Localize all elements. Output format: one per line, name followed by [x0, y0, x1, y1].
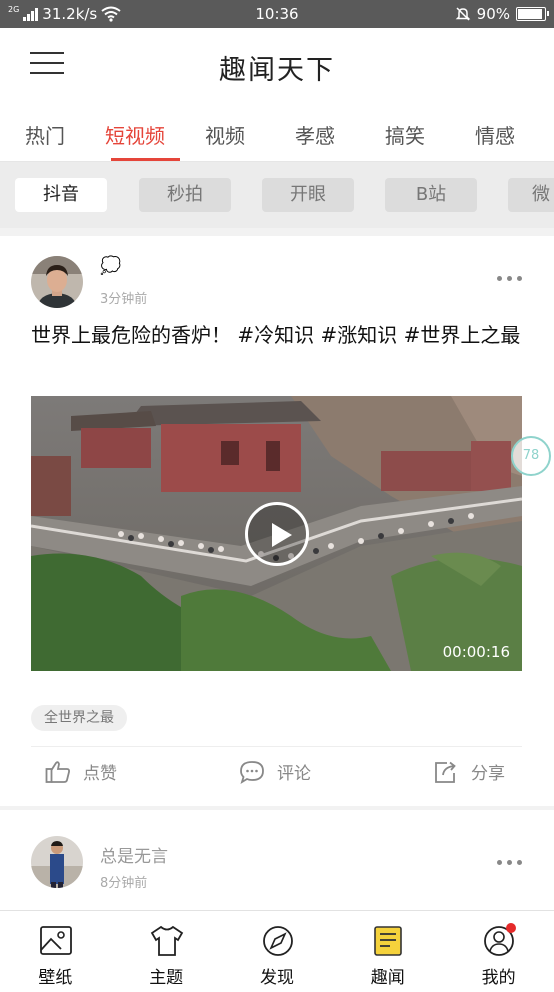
video-duration: 00:00:16 [442, 643, 510, 661]
status-bar: 2G 31.2k/s 10:36 90% [0, 0, 554, 28]
nav-theme[interactable]: 主题 [111, 911, 222, 992]
post-text: 世界上最危险的香炉！ #冷知识 #涨知识 #世界上之最 [31, 323, 521, 347]
share-button[interactable]: 分享 [433, 759, 505, 784]
tab-emotion[interactable]: 情感 [450, 102, 540, 161]
chip-wei[interactable]: 微 [508, 178, 554, 212]
post-card: 💭 3分钟前 世界上最危险的香炉！ #冷知识 #涨知识 #世界上之最 00:00… [0, 236, 554, 806]
tab-video[interactable]: 视频 [180, 102, 270, 161]
tab-xiaogan[interactable]: 孝感 [270, 102, 360, 161]
chip-kaiyan[interactable]: 开眼 [262, 178, 354, 212]
more-options-icon[interactable] [497, 860, 522, 865]
avatar[interactable] [31, 836, 83, 888]
author-name: 💭 [100, 256, 122, 276]
chip-bilibili[interactable]: B站 [385, 178, 477, 212]
avatar[interactable] [31, 256, 83, 308]
post-time: 3分钟前 [100, 292, 148, 307]
comment-label: 评论 [277, 764, 311, 784]
author-name: 总是无言 [100, 847, 168, 867]
post-time: 8分钟前 [100, 876, 148, 891]
share-icon [435, 761, 456, 783]
nav-label: 主题 [149, 968, 184, 988]
comment-button[interactable]: 评论 [239, 759, 311, 784]
image-icon [40, 926, 72, 955]
nav-label: 我的 [481, 968, 516, 988]
bottom-nav: 壁纸 主题 发现 趣闻 我的 [0, 910, 554, 992]
nav-label: 发现 [259, 968, 294, 988]
floating-badge[interactable]: 78 [511, 436, 551, 476]
nav-label: 壁纸 [38, 968, 73, 988]
chip-miaopai[interactable]: 秒拍 [139, 178, 231, 212]
post-card: 总是无言 8分钟前 [0, 810, 554, 910]
comment-icon [240, 760, 264, 784]
source-chips: 抖音 秒拍 开眼 B站 微 [0, 162, 554, 228]
category-tabs: 热门 短视频 视频 孝感 搞笑 情感 [0, 102, 554, 162]
app-title: 趣闻天下 [219, 55, 335, 86]
topic-tag[interactable]: 全世界之最 [31, 705, 127, 731]
nav-label: 趣闻 [370, 968, 405, 988]
app-header: 趣闻天下 [0, 28, 554, 102]
nav-news[interactable]: 趣闻 [332, 911, 443, 992]
thumbs-up-icon [45, 760, 70, 783]
more-options-icon[interactable] [497, 276, 522, 281]
like-button[interactable]: 点赞 [45, 759, 117, 784]
tab-short-video[interactable]: 短视频 [90, 102, 180, 161]
compass-icon [262, 926, 293, 956]
tab-hot[interactable]: 热门 [0, 102, 90, 161]
share-label: 分享 [471, 764, 505, 784]
nav-wallpaper[interactable]: 壁纸 [0, 911, 111, 992]
play-icon[interactable] [245, 502, 309, 566]
like-label: 点赞 [83, 764, 117, 784]
nav-discover[interactable]: 发现 [222, 911, 333, 992]
status-right: 90% [455, 5, 549, 23]
video-player[interactable]: 00:00:16 [31, 396, 522, 671]
tshirt-icon [150, 925, 183, 956]
bell-off-icon [455, 7, 470, 21]
post-actions: 点赞 评论 分享 [31, 746, 522, 796]
nav-profile[interactable]: 我的 [443, 911, 554, 992]
battery-icon [516, 7, 549, 21]
tab-funny[interactable]: 搞笑 [360, 102, 450, 161]
news-icon [374, 926, 403, 956]
battery-percent: 90% [476, 5, 510, 23]
chip-douyin[interactable]: 抖音 [15, 178, 107, 212]
battery-fill [518, 9, 542, 19]
